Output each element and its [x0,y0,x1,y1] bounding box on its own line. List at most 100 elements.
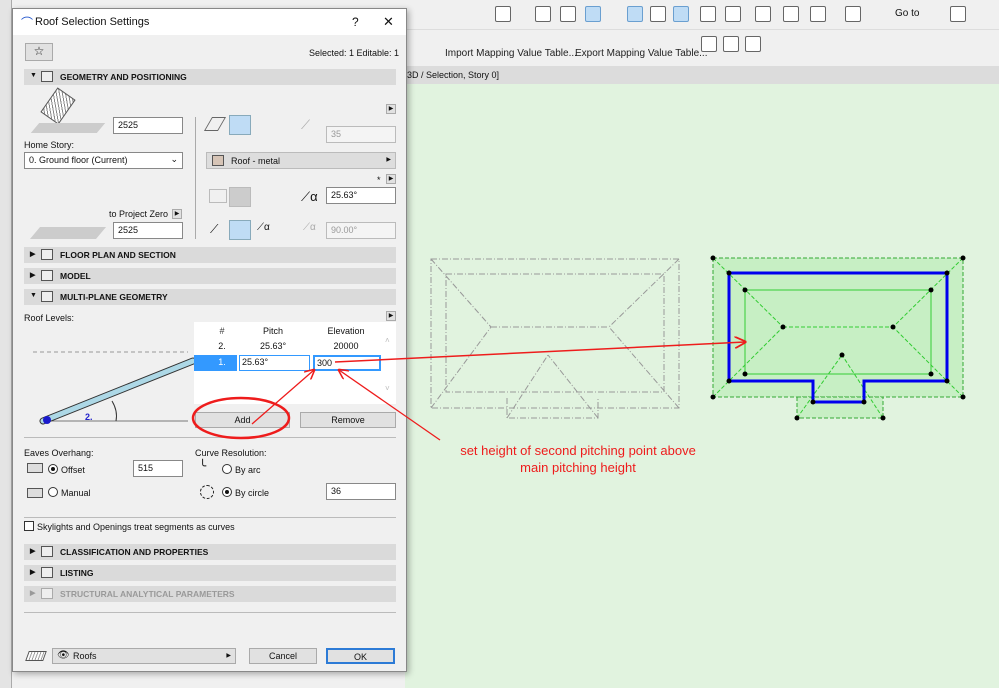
structural-icon [41,588,53,599]
home-story-select[interactable]: 0. Ground floor (Current) ⌄ [24,152,183,169]
offset-radio[interactable] [48,464,58,474]
section-model[interactable]: ▶ MODEL [24,268,396,284]
offset-icon [27,463,43,473]
layer-selector[interactable]: 👁 Roofs ▶ [52,648,236,664]
reference-menu-button[interactable]: ▶ [172,209,182,219]
home-story-value: 0. Ground floor (Current) [29,155,128,165]
eye-icon: 👁 [57,650,70,661]
edge-angle-field[interactable]: 90.00° [326,222,396,239]
section-structural: ▶ STRUCTURAL ANALYTICAL PARAMETERS [24,586,396,602]
collapsed-icon: ▶ [30,272,36,279]
angle-icon: ⟋α [303,222,316,233]
section-title: MODEL [60,271,91,281]
section-title: LISTING [60,568,94,578]
collapsed-icon: ▶ [30,251,36,258]
pitch-field[interactable]: 25.63° [326,187,396,204]
section-title: MULTI-PLANE GEOMETRY [60,292,168,302]
geometry-icon [41,71,53,82]
favorites-button[interactable]: ☆ [25,43,53,61]
cancel-button[interactable]: Cancel [249,648,317,664]
section-title: STRUCTURAL ANALYTICAL PARAMETERS [60,589,235,599]
pitch-icon: ⟋α [301,189,318,204]
thickness-field[interactable]: 35 [326,126,396,143]
expanded-icon: ▼ [30,292,37,299]
ok-button[interactable]: OK [326,648,395,664]
edge-shape-icon[interactable] [209,189,227,203]
home-story-label: Home Story: [24,140,75,150]
layer-name: Roofs [73,651,97,661]
by-arc-radio[interactable] [222,464,232,474]
expanded-icon: ▼ [30,72,37,79]
offset-field[interactable]: 515 [133,460,183,477]
material-name: Roof - metal [231,156,281,166]
pitch-options-button[interactable]: ▶ [386,174,396,184]
remove-level-button[interactable]: Remove [300,412,396,428]
scroll-down-icon[interactable]: ˅ [385,384,390,393]
top-elevation-field[interactable]: 2525 [113,117,183,134]
annotation-note-line2: main pitching height [520,460,636,475]
material-selector[interactable]: Roof - metal ▶ [206,152,396,169]
to-project-zero-label: to Project Zero [109,209,169,219]
multi-plane-icon[interactable] [229,115,251,135]
roof-level-diagram [33,351,197,425]
section-classification[interactable]: ▶ CLASSIFICATION AND PROPERTIES [24,544,396,560]
by-arc-label: By arc [235,465,261,475]
by-circle-radio[interactable] [222,487,232,497]
level-number-label: 2. [85,412,93,422]
levels-options-button[interactable]: ▶ [386,311,396,321]
circle-segments-field[interactable]: 36 [326,483,396,500]
single-plane-icon[interactable] [203,117,227,131]
roof-levels-label: Roof Levels: [24,313,75,323]
dialog-titlebar[interactable]: ⌒ Roof Selection Settings ? ✕ [13,9,406,35]
star-icon: ☆ [33,44,45,58]
perpendicular-edge-icon[interactable] [229,220,251,240]
skylights-label: Skylights and Openings treat segments as… [37,522,235,532]
bottom-elevation-field[interactable]: 2525 [113,222,183,239]
close-button[interactable]: ✕ [383,14,394,30]
divider [24,612,396,613]
multi-plane-icon [41,291,53,302]
annotation-note-line1: set height of second pitching point abov… [460,443,696,458]
header-number: # [219,326,225,336]
row-pitch: 25.63° [259,341,287,351]
divider [195,117,196,239]
model-icon [41,270,53,281]
section-title: FLOOR PLAN AND SECTION [60,250,176,260]
manual-icon [27,488,43,498]
roof-selection-settings-dialog: ⌒ Roof Selection Settings ? ✕ ☆ Selected… [12,8,407,672]
selected-roof [710,255,966,421]
scroll-up-icon[interactable]: ˄ [385,336,390,345]
roof-levels-table: # Pitch Elevation 2. 25.63° 20000 1. 25.… [194,322,396,404]
custom-angle-edge-icon[interactable]: ⟋α [257,222,270,233]
roof-elevation-diagram-icon [30,87,106,137]
section-multi-plane[interactable]: ▼ MULTI-PLANE GEOMETRY [24,289,396,305]
arrow-right-icon: ▶ [386,157,391,163]
circle-icon [200,485,214,499]
header-elevation: Elevation [327,326,365,336]
listing-icon [41,567,53,578]
by-circle-label: By circle [235,488,270,498]
section-geometry[interactable]: ▼ GEOMETRY AND POSITIONING [24,69,396,85]
row-number: 1. [218,357,226,367]
vertical-edge-icon[interactable]: ⟋ [210,222,218,237]
curve-resolution-label: Curve Resolution: [195,448,267,458]
eaves-overhang-label: Eaves Overhang: [24,448,94,458]
skylights-checkbox[interactable] [24,521,34,531]
row-pitch-field[interactable]: 25.63° [239,355,310,371]
section-title: CLASSIFICATION AND PROPERTIES [60,547,209,557]
layer-icon [25,651,47,661]
options-arrow-button[interactable]: ▶ [386,104,396,114]
add-level-button[interactable]: Add [195,412,290,428]
section-floor-plan[interactable]: ▶ FLOOR PLAN AND SECTION [24,247,396,263]
divider [24,517,396,518]
help-button[interactable]: ? [352,15,359,29]
manual-radio[interactable] [48,487,58,497]
edge-shape-selected-icon[interactable] [229,187,251,207]
selection-info: Selected: 1 Editable: 1 [309,48,400,58]
floor-plan-icon [41,249,53,260]
collapsed-icon: ▶ [30,569,36,576]
ghost-roof-outline [430,258,680,419]
section-listing[interactable]: ▶ LISTING [24,565,396,581]
asterisk-marker: * [377,175,381,185]
row-elevation-field[interactable]: 300 [313,355,381,371]
